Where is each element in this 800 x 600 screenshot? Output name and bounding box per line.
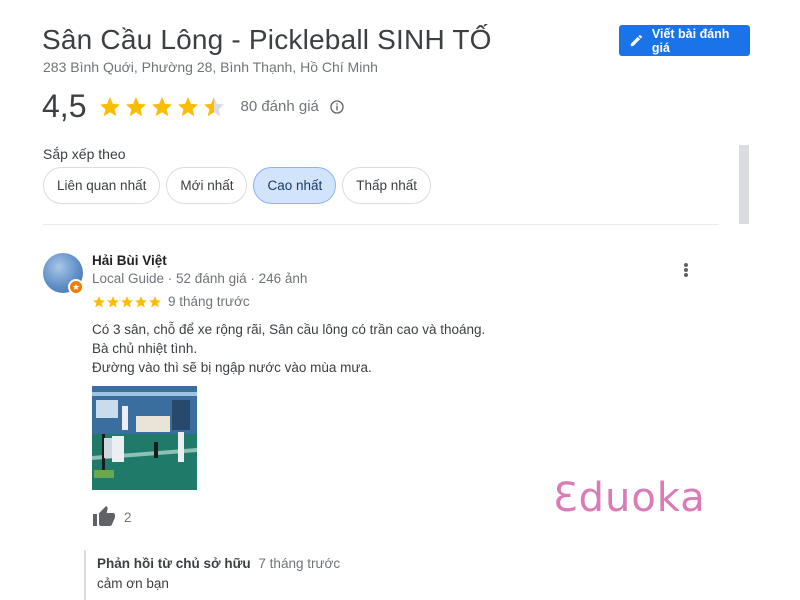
star-icon (107, 295, 119, 307)
dot-icon (684, 263, 688, 267)
dot-icon (684, 273, 688, 277)
owner-reply-time: 7 tháng trước (258, 556, 341, 571)
star-full-icon (100, 96, 121, 116)
like-button[interactable]: 2 (92, 505, 132, 529)
rating-summary: 4,5 80 đánh giá (42, 88, 345, 125)
pencil-icon (630, 34, 643, 47)
star-half-icon (204, 96, 225, 116)
sort-chip[interactable]: Liên quan nhất (43, 167, 161, 204)
review-count[interactable]: 80 đánh giá (240, 98, 318, 115)
star-icon (149, 295, 161, 307)
write-review-label: Viết bài đánh giá (651, 26, 730, 55)
owner-reply-header: Phản hồi từ chủ sở hữu 7 tháng trước (97, 556, 340, 571)
sort-chips: Liên quan nhất Mới nhất Cao nhất Thấp nhất (43, 167, 432, 204)
rating-score: 4,5 (42, 88, 87, 124)
local-guide-badge-icon: ★ (68, 279, 84, 295)
scrollbar-thumb[interactable] (739, 145, 749, 224)
dot-icon (684, 268, 688, 272)
star-full-icon (152, 96, 173, 116)
review-photo[interactable] (92, 386, 197, 490)
review-text-line: Có 3 sân, chỗ để xe rộng rãi, Sân cầu lô… (92, 322, 486, 337)
star-full-icon (178, 96, 199, 116)
star-full-icon (126, 96, 147, 116)
sort-chip[interactable]: Cao nhất (253, 167, 337, 204)
more-options-button[interactable] (679, 260, 693, 280)
info-icon[interactable] (329, 99, 345, 115)
thumbs-up-icon (93, 506, 115, 526)
owner-reply-label: Phản hồi từ chủ sở hữu (97, 556, 251, 571)
reviewer-meta: Local Guide · 52 đánh giá · 246 ảnh (92, 271, 308, 286)
sort-label: Sắp xếp theo (43, 146, 126, 162)
review-rating: 9 tháng trước (92, 294, 250, 309)
rating-stars (98, 95, 226, 119)
review-text: Có 3 sân, chỗ để xe rộng rãi, Sân cầu lô… (92, 320, 485, 377)
eduoka-watermark: Ɛduoka (553, 475, 706, 521)
sort-chip[interactable]: Thấp nhất (342, 167, 432, 204)
review-text-line: Bà chủ nhiệt tình. (92, 341, 198, 356)
place-title: Sân Cầu Lông - Pickleball SINH TỐ (42, 24, 492, 55)
reviewer-name[interactable]: Hải Bùi Việt (92, 253, 167, 268)
sort-chip[interactable]: Mới nhất (166, 167, 248, 204)
review-text-line: Đường vào thì sẽ bị ngập nước vào mùa mư… (92, 360, 372, 375)
review-time: 9 tháng trước (168, 294, 250, 309)
reply-indent-bar (84, 550, 86, 600)
star-icon (93, 295, 105, 307)
court-photo-image (92, 386, 197, 490)
owner-reply-text: cảm ơn bạn (97, 576, 169, 591)
star-icon (135, 295, 147, 307)
like-count: 2 (124, 509, 132, 525)
star-icon (121, 295, 133, 307)
write-review-button[interactable]: Viết bài đánh giá (619, 25, 750, 56)
divider (43, 224, 719, 225)
place-address: 283 Bình Quới, Phường 28, Bình Thạnh, Hồ… (43, 59, 378, 75)
review-stars (92, 295, 162, 309)
